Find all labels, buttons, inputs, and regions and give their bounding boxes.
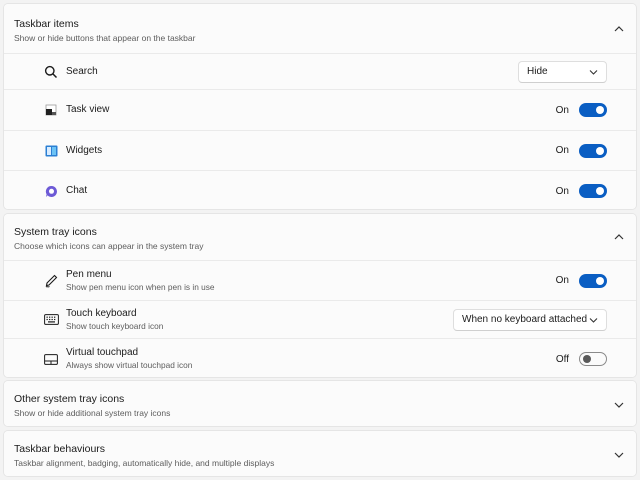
other-system-tray-icons-header[interactable]: Other system tray icons Show or hide add… — [4, 381, 636, 426]
task-view-control: On — [556, 103, 607, 117]
touch-keyboard-text: Touch keyboard Show touch keyboard icon — [66, 308, 163, 332]
section-subtitle: Choose which icons can appear in the sys… — [14, 241, 204, 251]
virtual-touchpad-label: Virtual touchpad — [66, 347, 139, 358]
widgets-row: Widgets On — [4, 130, 636, 170]
search-row: Search Hide — [4, 53, 636, 89]
toggle-state: On — [555, 104, 569, 116]
chevron-down-icon — [589, 317, 598, 323]
section-title: Taskbar items — [14, 18, 79, 30]
chat-toggle[interactable] — [579, 184, 607, 198]
chevron-up-icon[interactable] — [612, 22, 626, 36]
section-title: Taskbar behaviours — [14, 443, 106, 455]
pen-icon — [43, 273, 59, 289]
touch-keyboard-dropdown-value: When no keyboard attached — [462, 314, 588, 325]
widgets-control: On — [555, 143, 607, 158]
section-title: System tray icons — [14, 226, 97, 238]
pen-menu-row: Pen menu Show pen menu icon when pen is … — [4, 260, 636, 300]
system-tray-icons-header[interactable]: System tray icons Choose which icons can… — [4, 214, 636, 260]
taskbar-items-header[interactable]: Taskbar items Show or hide buttons that … — [4, 4, 636, 53]
virtual-touchpad-description: Always show virtual touchpad icon — [66, 360, 193, 370]
keyboard-icon — [43, 312, 59, 328]
touchpad-icon — [43, 351, 59, 367]
search-label: Search — [66, 65, 98, 77]
section-title: Other system tray icons — [14, 393, 125, 405]
pen-menu-label: Pen menu — [66, 268, 112, 280]
toggle-state: Off — [555, 353, 569, 365]
virtual-touchpad-control: Off — [556, 352, 607, 366]
chevron-up-icon[interactable] — [612, 230, 626, 244]
chevron-down-icon[interactable] — [612, 448, 626, 462]
touch-keyboard-dropdown[interactable]: When no keyboard attached — [453, 308, 607, 331]
pen-menu-toggle[interactable] — [579, 273, 607, 288]
virtual-touchpad-toggle[interactable] — [579, 352, 607, 366]
widgets-label: Widgets — [66, 144, 103, 156]
task-view-label: Task view — [66, 104, 110, 115]
pen-menu-control: On — [555, 273, 607, 288]
search-icon — [43, 64, 59, 80]
search-dropdown[interactable]: Hide — [518, 60, 607, 83]
chat-control: On — [556, 184, 607, 198]
touch-keyboard-label: Touch keyboard — [66, 307, 137, 319]
virtual-touchpad-text: Virtual touchpad Always show virtual tou… — [66, 347, 192, 371]
chevron-down-icon — [589, 69, 598, 75]
task-view-row: Task view On — [4, 89, 636, 130]
system-tray-icons-section: System tray icons Choose which icons can… — [3, 213, 637, 378]
taskbar-behaviours-header[interactable]: Taskbar behaviours Taskbar alignment, ba… — [4, 431, 636, 476]
toggle-state: On — [555, 185, 569, 197]
pen-menu-text: Pen menu Show pen menu icon when pen is … — [66, 269, 215, 293]
chevron-down-icon[interactable] — [612, 398, 626, 412]
toggle-state: On — [555, 275, 569, 286]
toggle-state: On — [555, 145, 569, 156]
other-system-tray-icons-section[interactable]: Other system tray icons Show or hide add… — [3, 380, 637, 427]
section-subtitle: Taskbar alignment, badging, automaticall… — [14, 458, 275, 468]
pen-menu-description: Show pen menu icon when pen is in use — [66, 281, 215, 292]
search-dropdown-value: Hide — [527, 66, 548, 77]
widgets-icon — [43, 143, 59, 159]
chat-label: Chat — [66, 185, 88, 196]
chat-icon — [43, 183, 59, 199]
chat-row: Chat On — [4, 170, 636, 209]
task-view-icon — [43, 102, 59, 118]
touch-keyboard-description: Show touch keyboard icon — [66, 320, 164, 331]
section-subtitle: Show or hide additional system tray icon… — [14, 408, 171, 418]
widgets-toggle[interactable] — [579, 143, 607, 158]
touch-keyboard-row: Touch keyboard Show touch keyboard icon … — [4, 300, 636, 338]
taskbar-items-section: Taskbar items Show or hide buttons that … — [3, 3, 637, 210]
section-subtitle: Show or hide buttons that appear on the … — [14, 33, 196, 43]
taskbar-behaviours-section[interactable]: Taskbar behaviours Taskbar alignment, ba… — [3, 430, 637, 477]
task-view-toggle[interactable] — [579, 103, 607, 117]
virtual-touchpad-row: Virtual touchpad Always show virtual tou… — [4, 338, 636, 377]
